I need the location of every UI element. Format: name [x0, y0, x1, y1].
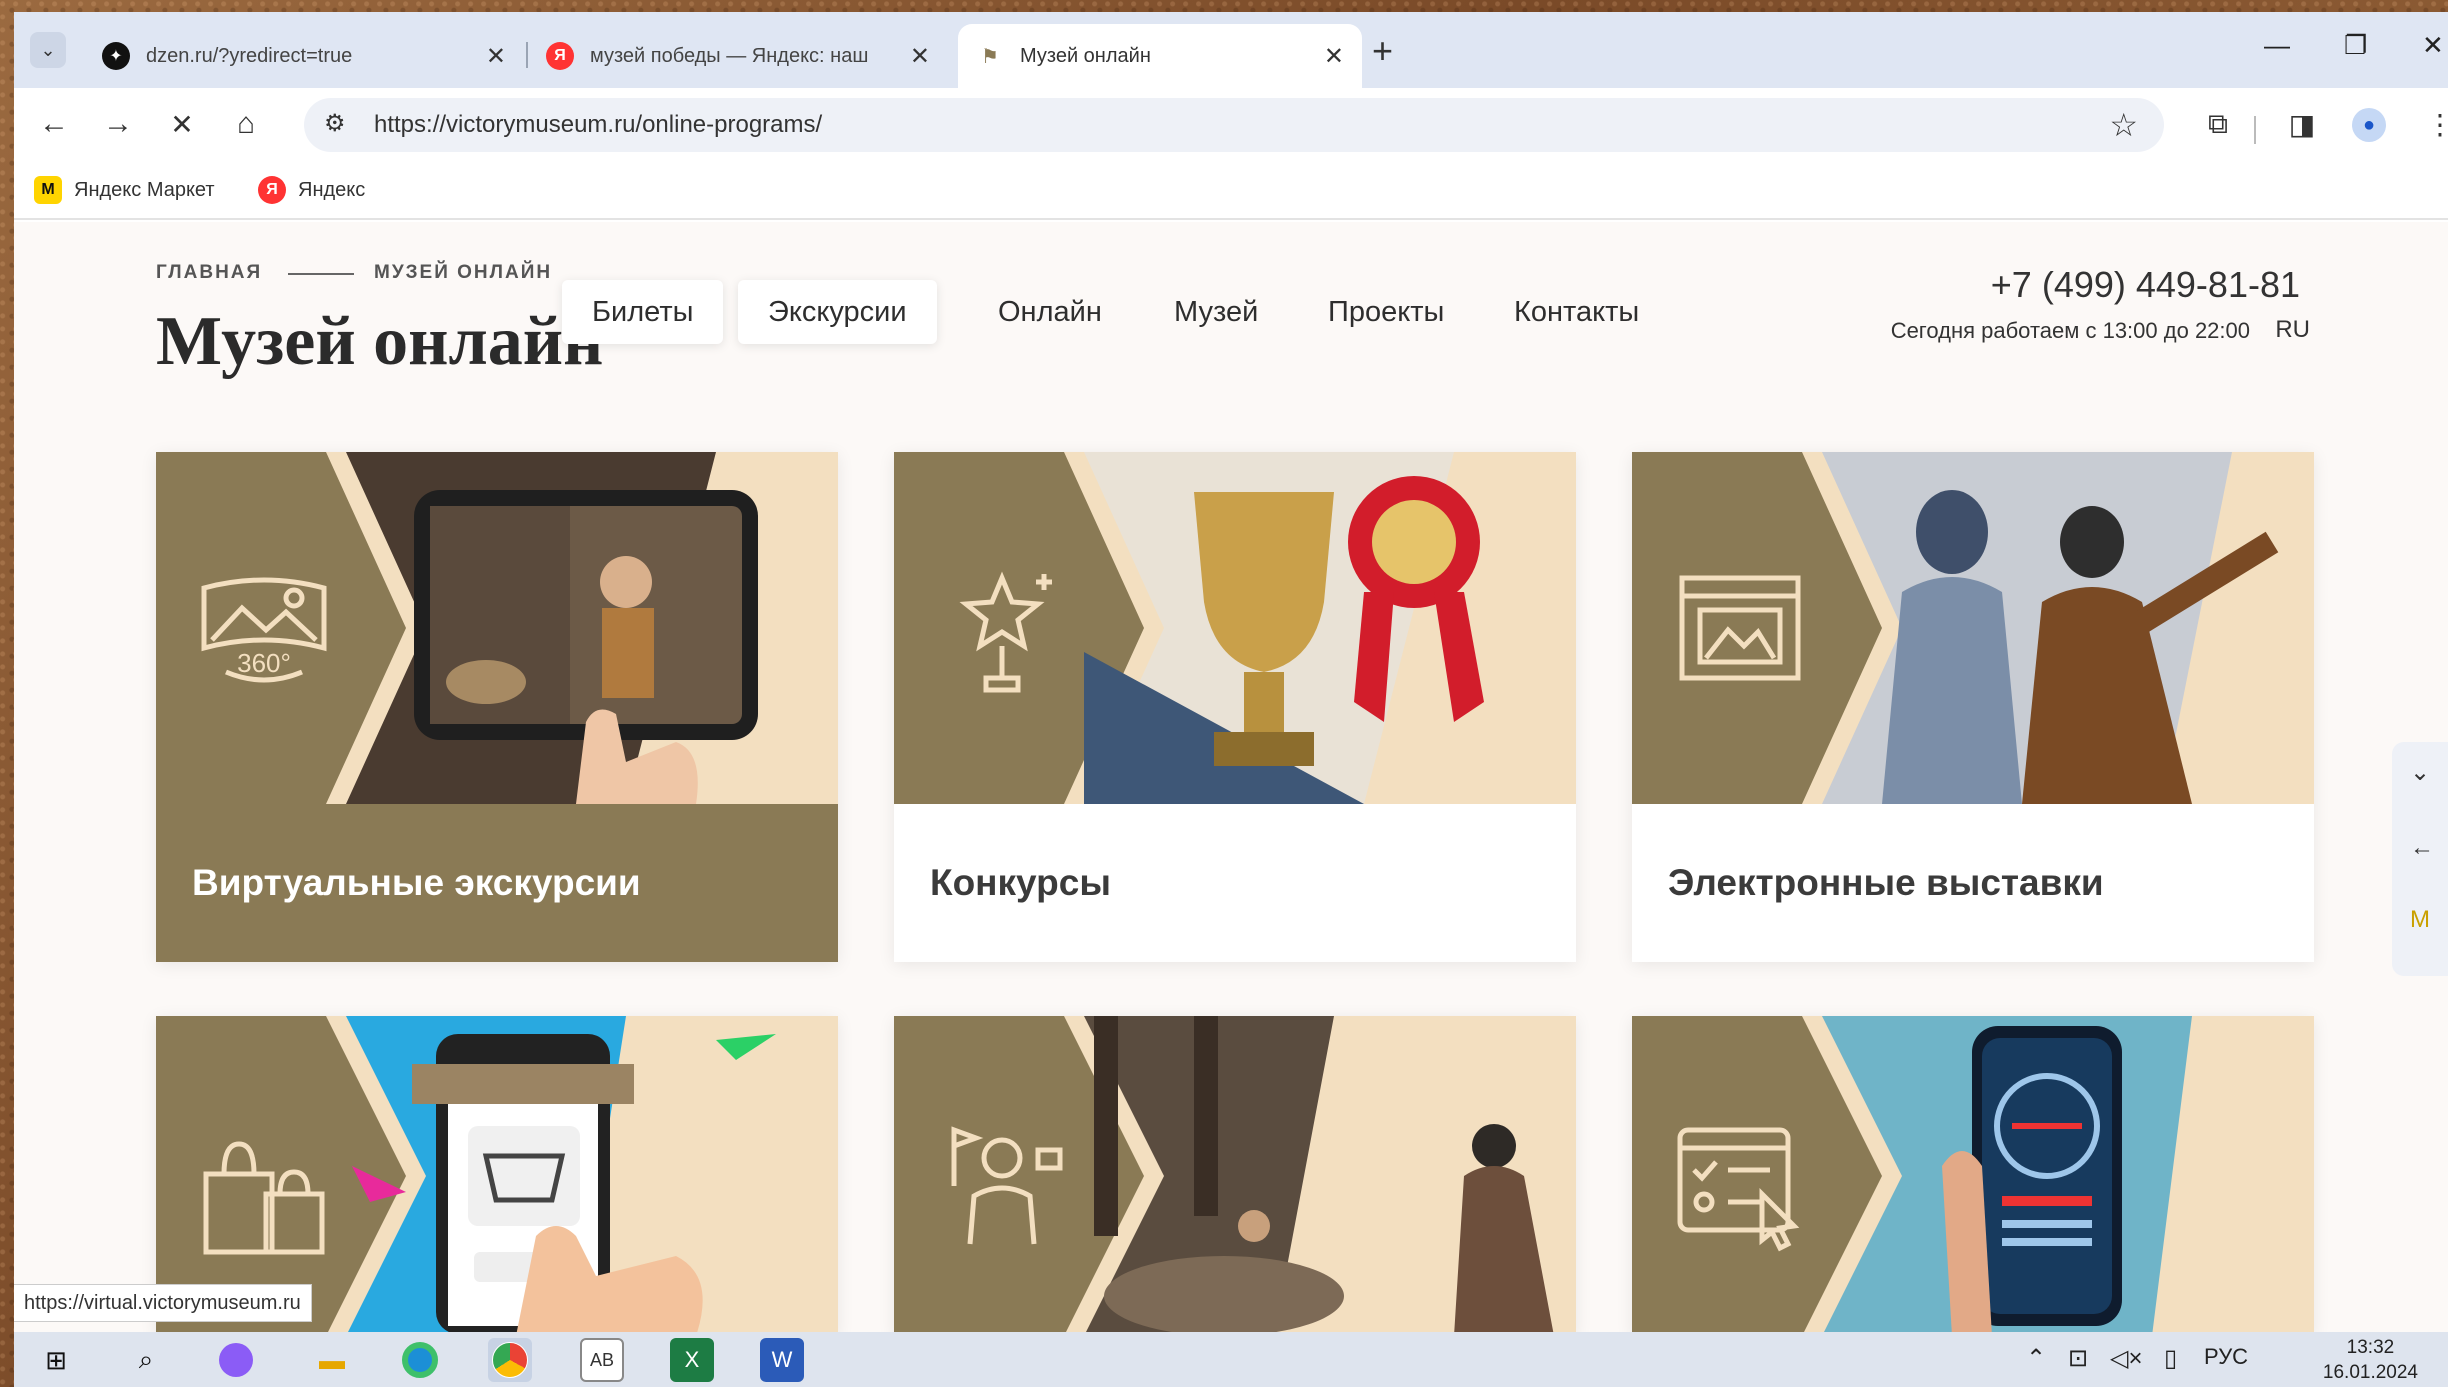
nav-tickets[interactable]: Билеты [562, 280, 724, 344]
clock-date: 16.01.2024 [2322, 1362, 2418, 1383]
tray-chevron-up-icon[interactable]: ⌃ [2026, 1344, 2046, 1373]
edge-browser-icon[interactable] [398, 1338, 442, 1382]
profile-avatar-icon[interactable]: ● [2352, 108, 2386, 142]
card-guided-tours[interactable] [894, 1016, 1576, 1332]
language-switch[interactable]: RU [2275, 316, 2310, 344]
speaker-muted-icon[interactable]: ◁× [2110, 1344, 2142, 1373]
victory-museum-icon: ⚑ [976, 42, 1004, 70]
breadcrumb-current: МУЗЕЙ ОНЛАЙН [374, 262, 553, 283]
side-panel-icon[interactable]: ◨ [2280, 102, 2324, 146]
bookmark-yandex-market[interactable]: M Яндекс Маркет [34, 176, 215, 204]
close-icon[interactable]: ✕ [1324, 42, 1344, 71]
chevron-down-icon: ⌄ [40, 39, 56, 60]
card-e-exhibitions[interactable]: Электронные выставки [1632, 452, 2314, 962]
address-bar[interactable]: ⚙ https://victorymuseum.ru/online-progra… [304, 98, 2164, 152]
tab-strip: ⌄ ✦ dzen.ru/?yredirect=true ✕ Я музей по… [14, 12, 2448, 88]
card-title[interactable]: Виртуальные экскурсии [156, 804, 838, 962]
nav-museum[interactable]: Музей [1144, 280, 1288, 344]
breadcrumb-separator [288, 273, 354, 275]
shopping-bags-icon [203, 1141, 325, 1255]
browser-toolbar: ← → ✕ ⌂ ⚙ https://victorymuseum.ru/onlin… [14, 88, 2448, 162]
card-image [894, 1016, 1576, 1332]
checklist-form-icon [1677, 1127, 1800, 1252]
card-image [1632, 452, 2314, 804]
battery-icon[interactable]: ▯ [2164, 1344, 2177, 1373]
card-virtual-excursions[interactable]: 360° Виртуальные экскурсии [156, 452, 838, 962]
clock-time: 13:32 [2346, 1337, 2395, 1358]
minimize-icon[interactable]: — [2264, 30, 2290, 61]
tab-search-button[interactable]: ⌄ [30, 32, 66, 68]
svg-text:360°: 360° [237, 648, 291, 678]
word-icon[interactable]: W [760, 1338, 804, 1382]
nav-excursions[interactable]: Экскурсии [738, 280, 937, 344]
restore-icon[interactable]: ❐ [2344, 30, 2367, 61]
search-icon[interactable]: ⌕ [124, 1338, 168, 1382]
file-explorer-icon[interactable]: ▬ [310, 1338, 354, 1382]
menu-kebab-icon[interactable]: ⋮ [2418, 102, 2448, 146]
card-title[interactable]: Конкурсы [894, 804, 1576, 962]
page-title: Музей онлайн [156, 303, 604, 380]
extensions-icon[interactable]: ⧉ [2196, 102, 2240, 146]
dzen-icon: ✦ [102, 42, 130, 70]
bookmark-label: Яндекс [298, 178, 366, 201]
new-tab-button[interactable]: + [1372, 30, 1393, 72]
windows-taskbar: ⊞ ⌕ ▬ AB X W ⌃ ⊡ ◁× ▯ РУС 13:32 16.01.20… [14, 1332, 2448, 1387]
side-extension-panel: ⌄ ← M [2392, 742, 2448, 976]
toolbar-divider [2254, 116, 2256, 144]
arrow-left-icon[interactable]: ← [2410, 834, 2434, 862]
yandex-market-icon: M [34, 176, 62, 204]
close-icon[interactable]: ✕ [486, 42, 506, 71]
link-status-bubble: https://virtual.victorymuseum.ru [14, 1284, 312, 1322]
back-icon[interactable]: ← [32, 102, 76, 146]
forward-icon[interactable]: → [96, 102, 140, 146]
close-icon[interactable]: ✕ [910, 42, 930, 71]
windows-start-icon[interactable]: ⊞ [34, 1338, 78, 1382]
bookmark-yandex[interactable]: Я Яндекс [258, 176, 365, 204]
tab-title: музей победы — Яндекс: наш [590, 44, 869, 67]
bookmark-label: Яндекс Маркет [74, 178, 215, 201]
bookmarks-bar: M Яндекс Маркет Я Яндекс [14, 162, 2448, 220]
opening-hours: Сегодня работаем с 13:00 до 22:00 [1890, 318, 2250, 343]
web-page: ГЛАВНАЯ МУЗЕЙ ОНЛАЙН Музей онлайн Билеты… [14, 222, 2448, 1332]
card-image [894, 452, 1576, 804]
card-title[interactable]: Электронные выставки [1632, 804, 2314, 962]
tab-yandex-search[interactable]: Я музей победы — Яндекс: наш ✕ [528, 24, 948, 88]
card-quiz[interactable] [1632, 1016, 2314, 1332]
yandex-icon: Я [546, 42, 574, 70]
tab-museum-online[interactable]: ⚑ Музей онлайн ✕ [958, 24, 1362, 88]
breadcrumb-home[interactable]: ГЛАВНАЯ [156, 262, 262, 284]
input-language[interactable]: РУС [2204, 1344, 2248, 1370]
yandex-icon: Я [258, 176, 286, 204]
system-clock[interactable]: 13:32 16.01.2024 [2323, 1335, 2418, 1385]
exhibition-screen-icon [1679, 575, 1801, 681]
browser-window: ⌄ ✦ dzen.ru/?yredirect=true ✕ Я музей по… [14, 12, 2448, 1387]
network-icon[interactable]: ⊡ [2068, 1344, 2088, 1373]
abbyy-app-icon[interactable]: AB [580, 1338, 624, 1382]
nav-projects[interactable]: Проекты [1298, 280, 1474, 344]
address-url[interactable]: https://victorymuseum.ru/online-programs… [374, 111, 822, 139]
window-close-icon[interactable]: ✕ [2422, 30, 2444, 61]
yandex-market-icon[interactable]: M [2410, 906, 2430, 934]
nav-contacts[interactable]: Контакты [1484, 280, 1669, 344]
home-icon[interactable]: ⌂ [224, 102, 268, 146]
guide-person-icon [951, 1126, 1063, 1245]
award-star-icon [959, 571, 1052, 693]
tab-dzen[interactable]: ✦ dzen.ru/?yredirect=true ✕ [84, 24, 524, 88]
chrome-browser-icon[interactable] [488, 1338, 532, 1382]
tab-title: Музей онлайн [1020, 44, 1151, 67]
tab-title: dzen.ru/?yredirect=true [146, 44, 353, 67]
stop-loading-icon[interactable]: ✕ [160, 102, 204, 146]
site-settings-icon[interactable]: ⚙ [324, 109, 346, 138]
bookmark-star-icon[interactable]: ☆ [2109, 106, 2138, 144]
panorama-360-icon: 360° [201, 577, 327, 683]
alice-assistant-icon[interactable] [214, 1338, 258, 1382]
chevron-down-icon[interactable]: ⌄ [2410, 758, 2430, 787]
excel-icon[interactable]: X [670, 1338, 714, 1382]
card-image [1632, 1016, 2314, 1332]
phone-number[interactable]: +7 (499) 449-81-81 [1991, 264, 2300, 306]
card-contests[interactable]: Конкурсы [894, 452, 1576, 962]
nav-online[interactable]: Онлайн [968, 280, 1132, 344]
card-image: 360° [156, 452, 838, 804]
